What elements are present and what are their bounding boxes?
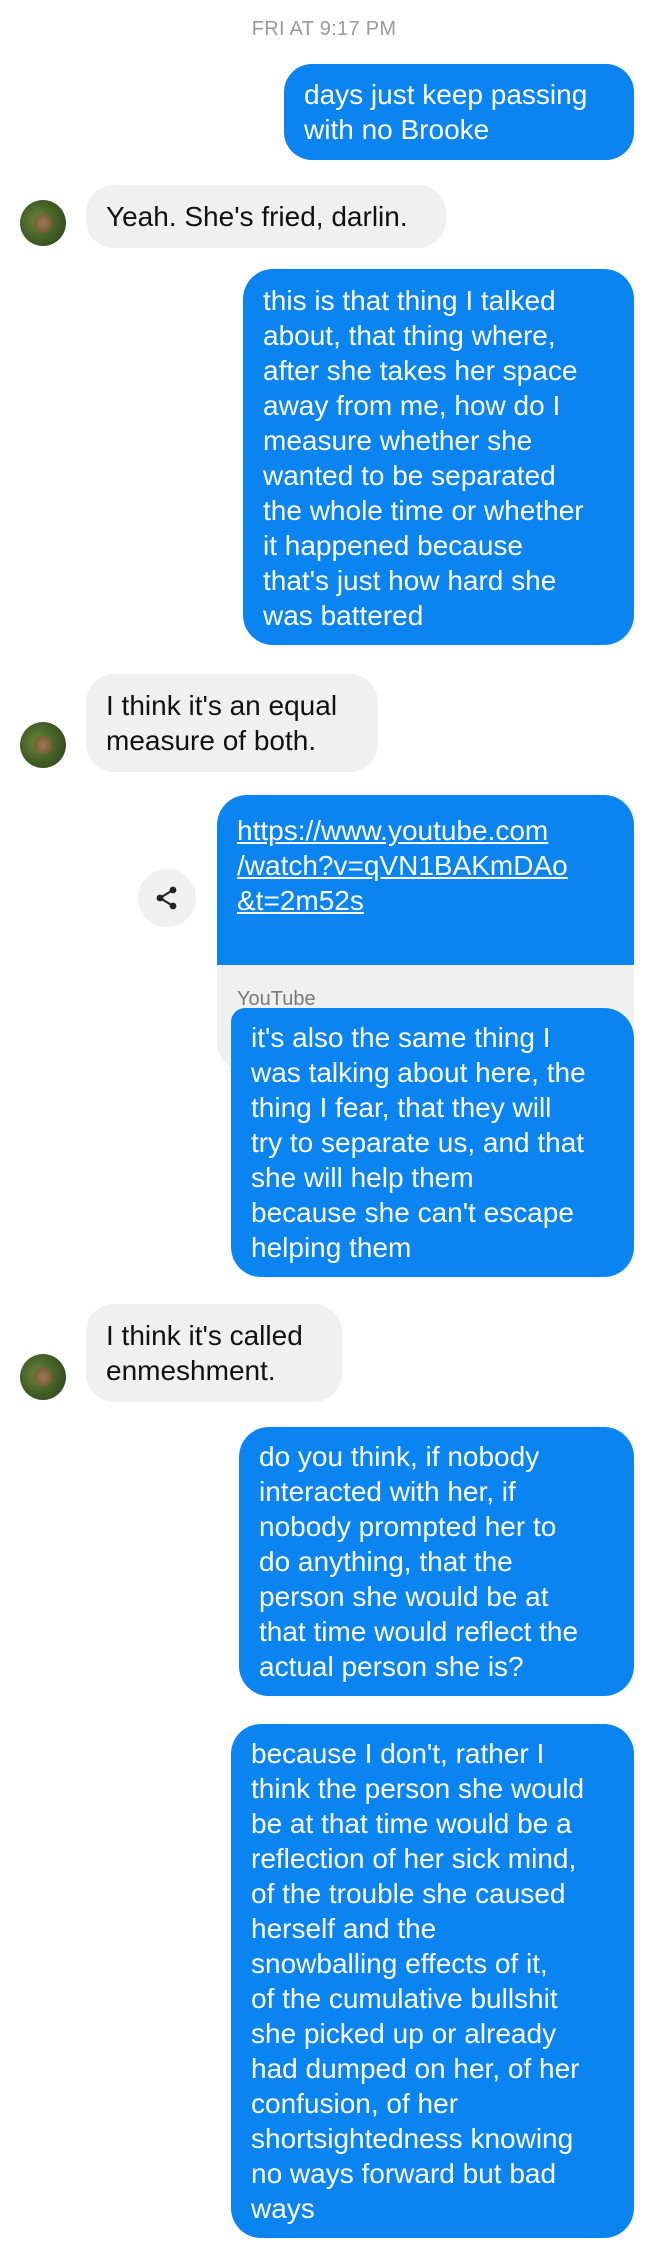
message-outgoing[interactable]: because I don't, rather I think the pers… [231,1724,634,2238]
message-outgoing[interactable]: do you think, if nobody interacted with … [239,1427,634,1696]
timestamp: FRI AT 9:17 PM [251,18,397,40]
share-icon [156,886,177,910]
contact-avatar[interactable] [20,722,66,768]
message-incoming[interactable]: Yeah. She's fried, darlin. [86,185,446,248]
youtube-link[interactable]: https://www.youtube.com /watch?v=qVN1BAK… [237,815,568,916]
message-outgoing[interactable]: it's also the same thing I was talking a… [231,1008,634,1277]
share-button[interactable] [138,869,196,927]
message-outgoing[interactable]: days just keep passing with no Brooke [284,64,634,160]
link-source-label: YouTube [237,988,316,1010]
message-outgoing[interactable]: this is that thing I talked about, that … [243,269,634,645]
message-incoming[interactable]: I think it's called enmeshment. [86,1304,342,1402]
message-incoming[interactable]: I think it's an equal measure of both. [86,674,378,772]
contact-avatar[interactable] [20,200,66,246]
contact-avatar[interactable] [20,1354,66,1400]
link-card-url-section[interactable]: https://www.youtube.com /watch?v=qVN1BAK… [217,795,634,965]
